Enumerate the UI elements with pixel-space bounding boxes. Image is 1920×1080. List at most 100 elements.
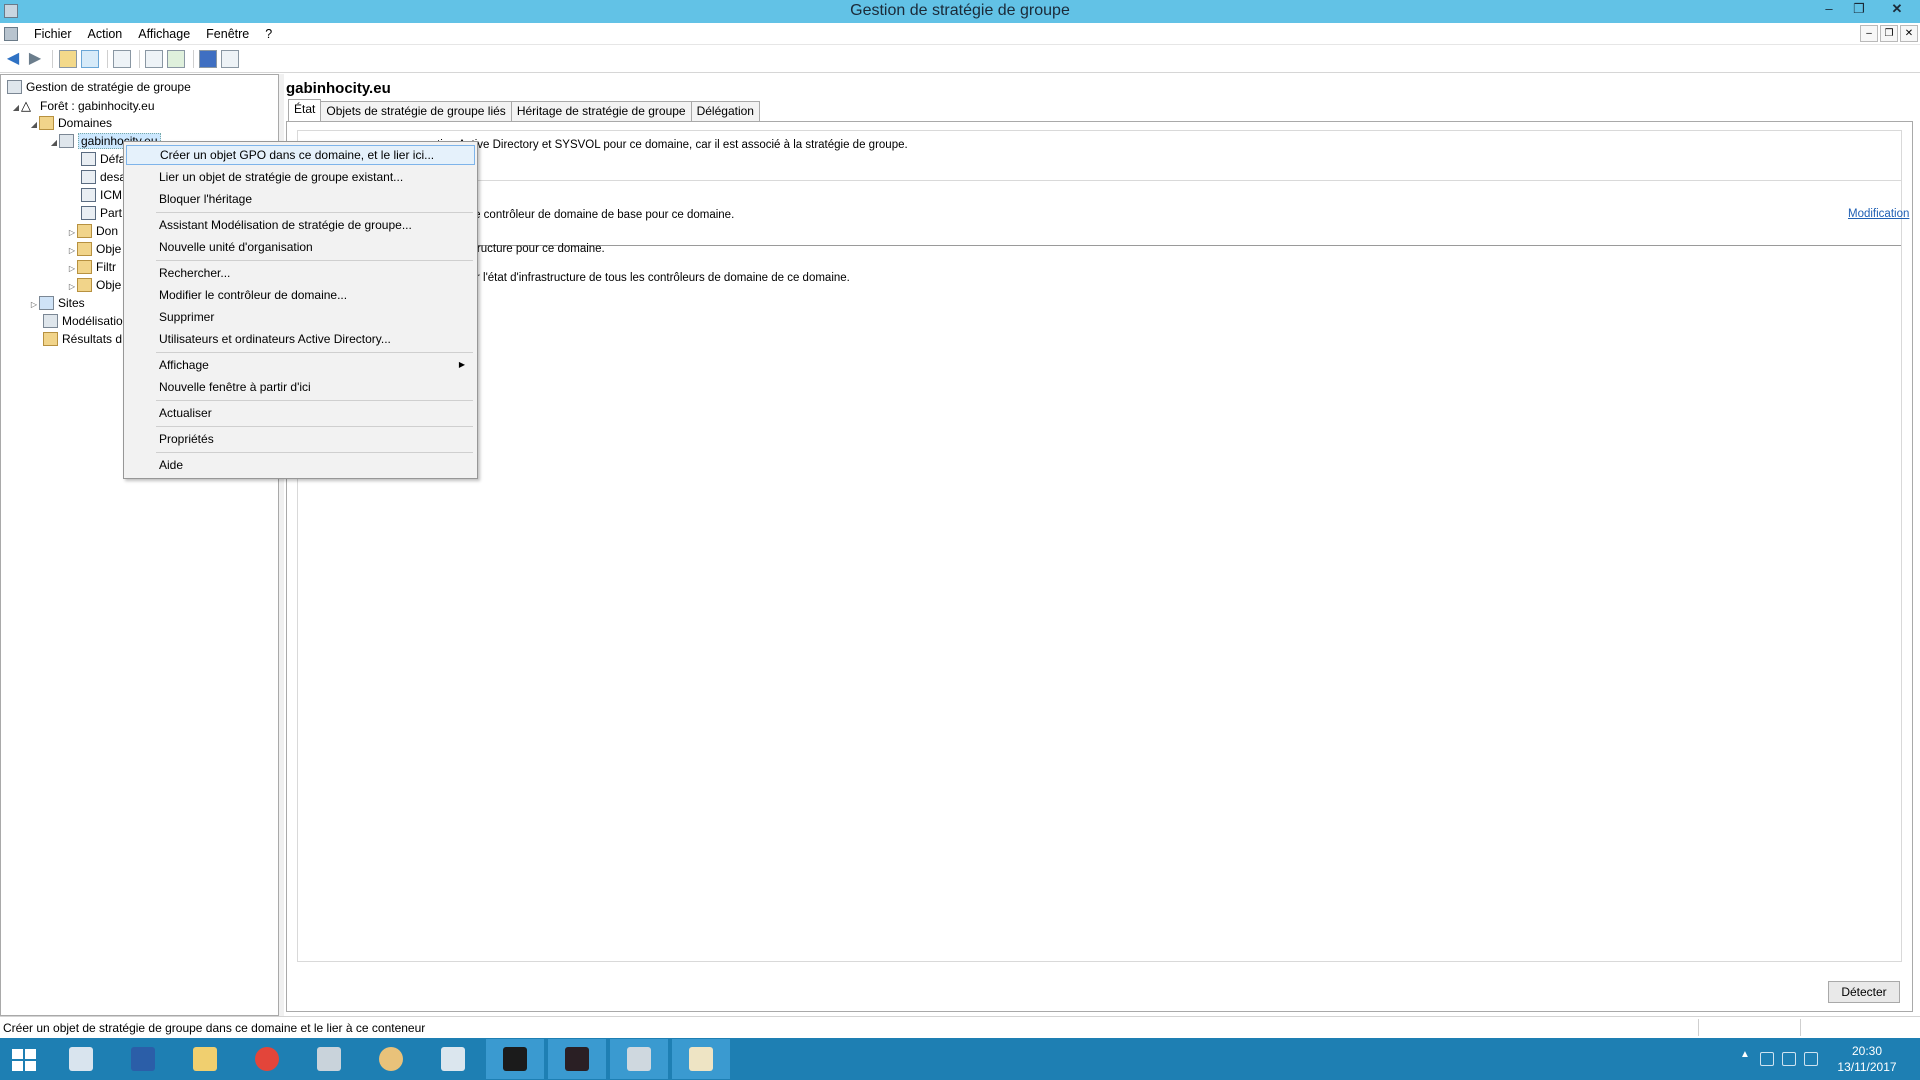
expand-arrow-icon[interactable]: ▷ [67, 242, 77, 259]
tab-strip: État Objets de stratégie de groupe liés … [288, 99, 760, 121]
tab-inheritance[interactable]: Héritage de stratégie de groupe [510, 101, 692, 121]
flag-icon[interactable] [1760, 1052, 1774, 1066]
taskbar: ▲ 20:30 13/11/2017 [0, 1038, 1920, 1080]
tree-node-gpo-link[interactable]: Part [81, 205, 122, 222]
menu-item-change-dc[interactable]: Modifier le contrôleur de domaine... [126, 285, 475, 305]
taskbar-paint[interactable] [362, 1039, 420, 1079]
menu-item-properties[interactable]: Propriétés [126, 429, 475, 449]
tree-node-gpo-link[interactable]: Défa [81, 151, 125, 168]
tree-node-sites[interactable]: ▷ Sites [29, 295, 85, 312]
tree-node-gpo-link[interactable]: ICM [81, 187, 122, 204]
mdi-close-button[interactable]: ✕ [1900, 25, 1918, 42]
back-arrow-icon[interactable]: ◀ [4, 50, 22, 68]
help-icon[interactable] [199, 50, 217, 68]
tree-node-forest[interactable]: ◢ △ Forêt : gabinhocity.eu [11, 97, 155, 114]
tree-node-root[interactable]: Gestion de stratégie de groupe [7, 79, 191, 96]
tree-node-ou[interactable]: ▷ Don [67, 223, 118, 240]
taskbar-server-manager[interactable] [52, 1039, 110, 1079]
taskbar-chrome[interactable] [238, 1039, 296, 1079]
mdi-restore-button[interactable]: ❐ [1880, 25, 1898, 42]
gpo-link-icon [81, 152, 96, 166]
menu-action[interactable]: Action [80, 26, 131, 42]
menu-item-aduc[interactable]: Utilisateurs et ordinateurs Active Direc… [126, 329, 475, 349]
tree-node-domains[interactable]: ◢ Domaines [29, 115, 112, 132]
forward-arrow-icon[interactable]: ▶ [26, 50, 44, 68]
filter-folder-icon [77, 260, 92, 274]
expand-arrow-icon[interactable]: ▷ [67, 260, 77, 277]
properties-icon[interactable] [145, 50, 163, 68]
taskbar-cmd[interactable] [486, 1039, 544, 1079]
submenu-arrow-icon: ▶ [458, 360, 465, 369]
document-icon[interactable] [4, 27, 18, 41]
mdi-minimize-button[interactable]: – [1860, 25, 1878, 42]
taskbar-explorer[interactable] [176, 1039, 234, 1079]
menu-affichage[interactable]: Affichage [130, 26, 198, 42]
pane-title: gabinhocity.eu [286, 80, 391, 97]
menu-item-refresh[interactable]: Actualiser [126, 403, 475, 423]
menu-help[interactable]: ? [257, 26, 280, 42]
collapse-arrow-icon[interactable]: ◢ [29, 116, 39, 133]
show-hidden-icons-icon[interactable]: ▲ [1740, 1049, 1750, 1060]
menu-fenetre[interactable]: Fenêtre [198, 26, 257, 42]
tree-node-gpo-objects[interactable]: ▷ Obje [67, 241, 121, 258]
app-icon [565, 1047, 589, 1071]
modification-link[interactable]: Modification [1848, 208, 1909, 220]
menu-item-new-window[interactable]: Nouvelle fenêtre à partir d'ici [126, 377, 475, 397]
menu-item-new-ou[interactable]: Nouvelle unité d'organisation [126, 237, 475, 257]
clock[interactable]: 20:30 13/11/2017 [1832, 1043, 1902, 1075]
volume-icon[interactable] [1804, 1052, 1818, 1066]
chrome-icon [255, 1047, 279, 1071]
tab-etat[interactable]: État [288, 99, 322, 121]
tab-linked-gpos[interactable]: Objets de stratégie de groupe liés [320, 101, 512, 121]
menu-item-search[interactable]: Rechercher... [126, 263, 475, 283]
network-icon[interactable] [1782, 1052, 1796, 1066]
taskbar-perfmon[interactable] [424, 1039, 482, 1079]
details-pane: gabinhocity.eu État Objets de stratégie … [284, 74, 1920, 1016]
console-icon[interactable] [221, 50, 239, 68]
tree-node-gpo-link[interactable]: desa [81, 169, 126, 186]
expand-arrow-icon[interactable]: ▷ [67, 278, 77, 295]
tab-delegation[interactable]: Délégation [690, 101, 760, 121]
modeling-icon [43, 314, 58, 328]
expand-arrow-icon[interactable]: ▷ [29, 296, 39, 313]
expand-arrow-icon[interactable]: ▷ [67, 224, 77, 241]
start-button[interactable] [12, 1049, 36, 1071]
menu-item-help[interactable]: Aide [126, 455, 475, 475]
forest-icon: △ [21, 98, 31, 113]
minimize-button[interactable]: – [1814, 0, 1844, 20]
taskbar-gpmc[interactable] [672, 1039, 730, 1079]
detect-button[interactable]: Détecter [1828, 981, 1900, 1003]
tree-node-starter-gpos[interactable]: ▷ Obje [67, 277, 121, 294]
close-button[interactable]: ✕ [1874, 0, 1920, 20]
status-bar: Créer un objet de stratégie de groupe da… [0, 1016, 1920, 1038]
tree-node-wmi-filters[interactable]: ▷ Filtr [67, 259, 116, 276]
window-controls: – ❐ ✕ [1814, 0, 1920, 20]
menu-bar: Fichier Action Affichage Fenêtre ? – ❐ ✕ [0, 23, 1920, 45]
clock-time: 20:30 [1851, 1044, 1883, 1058]
tree-node-modeling[interactable]: Modélisatio [43, 313, 123, 330]
tree-node-results[interactable]: Résultats d [43, 331, 122, 348]
collect-status-text: collecter l'état d'infrastructure de tou… [437, 272, 850, 284]
taskbar-transfer[interactable] [610, 1039, 668, 1079]
menu-item-create-gpo[interactable]: Créer un objet GPO dans ce domaine, et l… [126, 145, 475, 165]
collapse-arrow-icon[interactable]: ◢ [11, 99, 21, 116]
collapse-arrow-icon[interactable]: ◢ [49, 134, 59, 151]
refresh-icon[interactable] [167, 50, 185, 68]
show-tree-icon[interactable] [81, 50, 99, 68]
taskbar-tools[interactable] [300, 1039, 358, 1079]
restore-button[interactable]: ❐ [1844, 0, 1874, 20]
menu-item-modeling-wizard[interactable]: Assistant Modélisation de stratégie de g… [126, 215, 475, 235]
menu-item-delete[interactable]: Supprimer [126, 307, 475, 327]
taskbar-powershell[interactable] [114, 1039, 172, 1079]
menu-item-link-gpo[interactable]: Lier un objet de stratégie de groupe exi… [126, 167, 475, 187]
context-menu: Créer un objet GPO dans ce domaine, et l… [123, 141, 478, 479]
taskbar-app[interactable] [548, 1039, 606, 1079]
ou-folder-icon [77, 224, 92, 238]
menu-item-block-inheritance[interactable]: Bloquer l'héritage [126, 189, 475, 209]
sites-icon [39, 296, 54, 310]
folder-icon [193, 1047, 217, 1071]
menu-fichier[interactable]: Fichier [26, 26, 80, 42]
clipboard-icon[interactable] [113, 50, 131, 68]
menu-item-view[interactable]: Affichage ▶ [126, 355, 475, 375]
up-folder-icon[interactable] [59, 50, 77, 68]
